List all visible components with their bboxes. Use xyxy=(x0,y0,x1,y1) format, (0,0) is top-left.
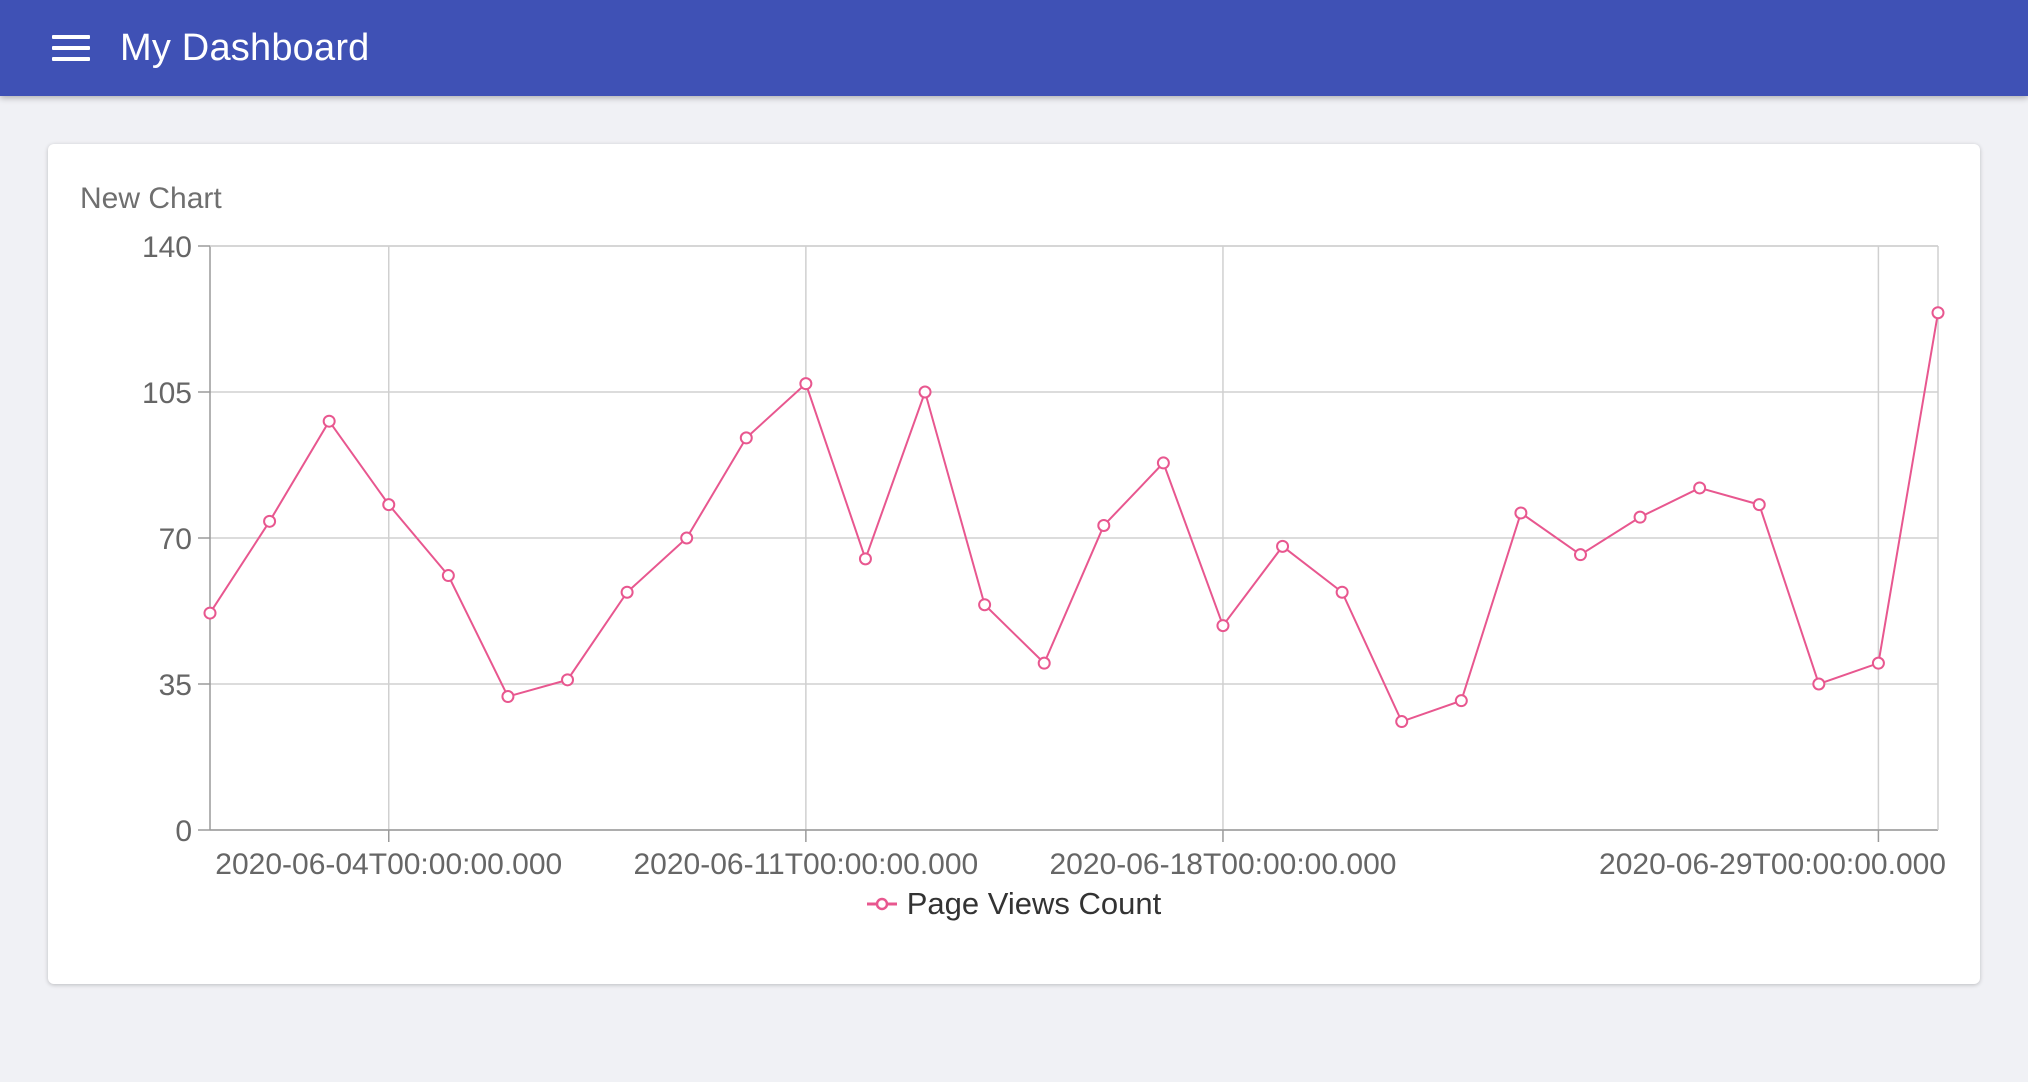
data-point xyxy=(561,673,575,687)
y-tick-label: 70 xyxy=(159,523,192,556)
data-point xyxy=(501,690,515,704)
data-point xyxy=(799,377,813,391)
y-tick-label: 105 xyxy=(142,377,192,410)
x-tick-label: 2020-06-11T00:00:00.000 xyxy=(633,848,978,881)
data-point xyxy=(1335,585,1349,599)
data-point xyxy=(1216,619,1230,633)
menu-line xyxy=(52,35,90,39)
data-point xyxy=(620,585,634,599)
data-point xyxy=(1871,656,1885,670)
chart-card: New Chart 0 35 70 105 140 2020-06-04T00:00:00… xyxy=(48,144,1980,984)
x-tick-label: 2020-06-29T00:00:00.000 xyxy=(1599,848,1946,881)
y-tick-label: 0 xyxy=(175,815,192,848)
data-point xyxy=(1156,456,1170,470)
app-bar: My Dashboard xyxy=(0,0,2028,96)
data-point xyxy=(858,552,872,566)
data-point xyxy=(739,431,753,445)
data-point xyxy=(203,606,217,620)
chart-legend[interactable]: Page Views Count xyxy=(48,886,1980,922)
x-tick-label: 2020-06-04T00:00:00.000 xyxy=(215,848,562,881)
data-point xyxy=(263,514,277,528)
data-point xyxy=(1097,518,1111,532)
menu-line xyxy=(52,57,90,61)
data-point xyxy=(1037,656,1051,670)
data-point xyxy=(1514,506,1528,520)
data-point xyxy=(1693,481,1707,495)
legend-label: Page Views Count xyxy=(906,886,1162,921)
data-point xyxy=(918,385,932,399)
data-point xyxy=(680,531,694,545)
data-point xyxy=(1812,677,1826,691)
menu-line xyxy=(52,46,90,50)
data-point xyxy=(382,498,396,512)
data-point xyxy=(978,598,992,612)
data-point xyxy=(1276,539,1290,553)
data-point xyxy=(441,569,455,583)
legend-line-marker-icon xyxy=(866,897,897,911)
series-line xyxy=(209,312,1939,723)
data-point xyxy=(1573,548,1587,562)
hamburger-menu-icon[interactable] xyxy=(52,28,92,68)
app-title: My Dashboard xyxy=(120,26,370,69)
data-point xyxy=(1752,498,1766,512)
y-tick-label: 35 xyxy=(159,669,192,702)
data-point xyxy=(1633,510,1647,524)
y-tick-label: 140 xyxy=(142,231,192,264)
data-point xyxy=(1931,306,1945,320)
data-point xyxy=(322,414,336,428)
data-point xyxy=(1454,694,1468,708)
line-chart: 0 35 70 105 140 2020-06-04T00:00:00.000 2020-0… xyxy=(142,231,1946,881)
data-point xyxy=(1395,715,1409,729)
x-tick-label: 2020-06-18T00:00:00.000 xyxy=(1049,848,1396,881)
